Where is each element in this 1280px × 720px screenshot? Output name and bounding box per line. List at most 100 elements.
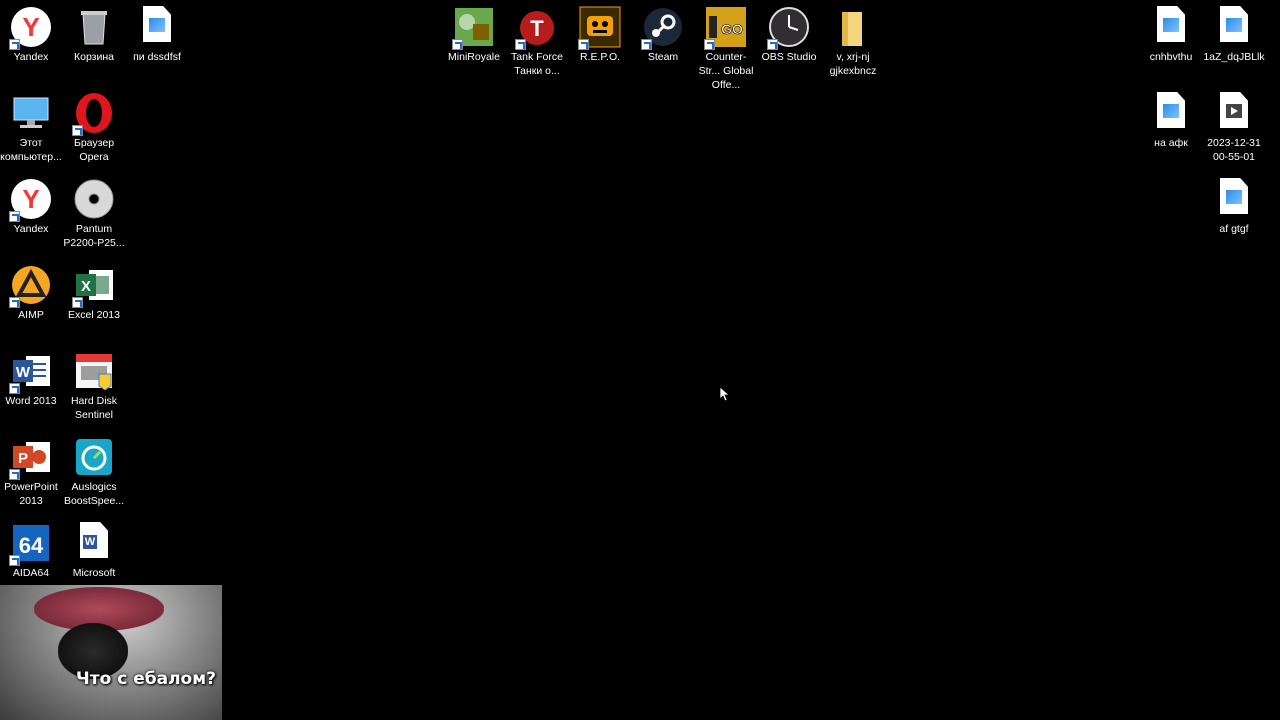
icon-label: Pantum P2200-P25... xyxy=(63,223,125,249)
yandex-browser-icon: Y xyxy=(9,6,52,50)
aimp-icon xyxy=(9,264,52,308)
icon-label: R.E.P.O. xyxy=(579,51,621,63)
desktop-icon-excel[interactable]: X Excel 2013 xyxy=(63,260,125,322)
desktop-icon-steam[interactable]: Steam xyxy=(632,2,694,64)
svg-text:T: T xyxy=(530,16,544,41)
svg-text:GO: GO xyxy=(721,21,743,37)
icon-label: PowerPoint 2013 xyxy=(4,481,58,507)
meme-caption: Что с ебалом? xyxy=(76,669,216,689)
desktop-icon-recycle-bin[interactable]: Корзина xyxy=(63,2,125,64)
desktop-icon-pantum[interactable]: Pantum P2200-P25... xyxy=(63,174,125,250)
svg-text:Y: Y xyxy=(22,184,39,214)
icon-label: Tank Force Танки о... xyxy=(511,51,563,77)
meme-overlay: Что с ебалом? xyxy=(0,585,222,720)
icon-label: 1aZ_dqJBLlk xyxy=(1203,51,1265,63)
desktop-icon-video-file[interactable]: 2023-12-31 00-55-01 xyxy=(1203,88,1265,164)
icon-label: Counter-Str... Global Offe... xyxy=(698,51,754,91)
desktop-icon-obs[interactable]: OBS Studio xyxy=(758,2,820,64)
desktop-icon-hard-disk-sentinel[interactable]: Hard Disk Sentinel xyxy=(63,346,125,422)
icon-label: 2023-12-31 00-55-01 xyxy=(1207,137,1261,163)
icon-label: Steam xyxy=(647,51,679,63)
desktop-icon-microsoft-word-doc[interactable]: W Microsoft xyxy=(63,518,125,580)
folder-icon xyxy=(832,6,874,48)
svg-text:W: W xyxy=(16,364,31,381)
shortcut-arrow-icon xyxy=(72,297,83,308)
desktop-icon-opera[interactable]: Браузер Opera xyxy=(63,88,125,164)
repo-game-icon xyxy=(578,6,621,50)
desktop-icon-image-na-afk[interactable]: на афк xyxy=(1140,88,1202,150)
desktop-icon-repo[interactable]: R.E.P.O. xyxy=(569,2,631,64)
shortcut-arrow-icon xyxy=(72,125,83,136)
desktop-icon-aimp[interactable]: AIMP xyxy=(0,260,62,322)
tank-force-icon: T xyxy=(515,6,558,50)
desktop-icon-folder[interactable]: v, xrj-nj gjkexbncz xyxy=(822,2,884,78)
image-file-icon xyxy=(136,6,178,48)
icon-label: cnhbvthu xyxy=(1149,51,1193,63)
desktop-icon-image-file[interactable]: пи dssdfsf xyxy=(126,2,188,64)
icon-label: v, xrj-nj gjkexbncz xyxy=(829,51,877,77)
icon-label: Microsoft xyxy=(72,567,116,579)
word-document-icon: W xyxy=(73,522,115,564)
desktop-icon-image-1az[interactable]: 1aZ_dqJBLlk xyxy=(1203,2,1265,64)
shortcut-arrow-icon xyxy=(452,39,463,50)
svg-text:X: X xyxy=(81,278,91,295)
svg-text:64: 64 xyxy=(19,533,44,558)
desktop-icon-aida64[interactable]: 64 AIDA64 xyxy=(0,518,62,580)
desktop-icon-image-cnhbvthu[interactable]: cnhbvthu xyxy=(1140,2,1202,64)
desktop-icon-yandex-2[interactable]: Y Yandex xyxy=(0,174,62,236)
desktop[interactable]: { "desktop": { "left_column_1": [ {"labe… xyxy=(0,0,1280,720)
word-icon: W xyxy=(9,350,52,394)
icon-label: на афк xyxy=(1154,137,1188,149)
icon-label: MiniRoyale xyxy=(448,51,500,63)
icon-label: AIDA64 xyxy=(12,567,50,579)
cd-disc-icon xyxy=(73,178,115,220)
opera-icon xyxy=(72,92,115,136)
mouse-cursor-icon xyxy=(720,387,730,402)
icon-label: Yandex xyxy=(13,51,49,63)
shortcut-arrow-icon xyxy=(9,555,20,566)
steam-icon xyxy=(641,6,684,50)
icon-label: af gtgf xyxy=(1219,223,1249,235)
csgo-icon: GO xyxy=(704,6,747,50)
icon-label: Auslogics BoostSpee... xyxy=(63,481,125,507)
icon-label: AIMP xyxy=(18,309,44,321)
video-file-icon xyxy=(1213,92,1255,134)
desktop-icon-this-pc[interactable]: Этот компьютер... xyxy=(0,88,62,164)
icon-label: пи dssdfsf xyxy=(133,51,181,63)
desktop-icon-powerpoint[interactable]: P PowerPoint 2013 xyxy=(0,432,62,508)
image-file-icon xyxy=(1213,6,1255,48)
shortcut-arrow-icon xyxy=(515,39,526,50)
desktop-icon-image-af-gtgf[interactable]: af gtgf xyxy=(1203,174,1265,236)
svg-text:Y: Y xyxy=(22,12,39,42)
desktop-icon-csgo[interactable]: GO Counter-Str... Global Offe... xyxy=(695,2,757,92)
icon-label: OBS Studio xyxy=(761,51,817,63)
hard-disk-sentinel-icon xyxy=(73,350,115,392)
obs-icon xyxy=(767,6,810,50)
recycle-bin-icon xyxy=(73,6,115,48)
shortcut-arrow-icon xyxy=(578,39,589,50)
shortcut-arrow-icon xyxy=(641,39,652,50)
shortcut-arrow-icon xyxy=(9,39,20,50)
shortcut-arrow-icon xyxy=(767,39,778,50)
icon-label: Этот компьютер... xyxy=(0,137,62,163)
icon-label: Корзина xyxy=(74,51,114,63)
icon-label: Hard Disk Sentinel xyxy=(70,395,118,421)
desktop-icon-yandex[interactable]: Y Yandex xyxy=(0,2,62,64)
powerpoint-icon: P xyxy=(9,436,52,480)
image-file-icon xyxy=(1213,178,1255,220)
shortcut-arrow-icon xyxy=(9,211,20,222)
icon-label: Yandex xyxy=(13,223,49,235)
aida64-icon: 64 xyxy=(9,522,52,566)
svg-text:P: P xyxy=(18,450,28,467)
icon-label: Excel 2013 xyxy=(68,309,120,321)
desktop-icon-word[interactable]: W Word 2013 xyxy=(0,346,62,408)
auslogics-icon xyxy=(73,436,115,478)
desktop-icon-auslogics[interactable]: Auslogics BoostSpee... xyxy=(63,432,125,508)
desktop-icon-miniroyale[interactable]: MiniRoyale xyxy=(443,2,505,64)
desktop-icon-tank-force[interactable]: T Tank Force Танки о... xyxy=(506,2,568,78)
shortcut-arrow-icon xyxy=(9,297,20,308)
this-pc-icon xyxy=(10,92,52,134)
shortcut-arrow-icon xyxy=(9,469,20,480)
icon-label: Браузер Opera xyxy=(73,137,115,163)
icon-label: Word 2013 xyxy=(5,395,57,407)
